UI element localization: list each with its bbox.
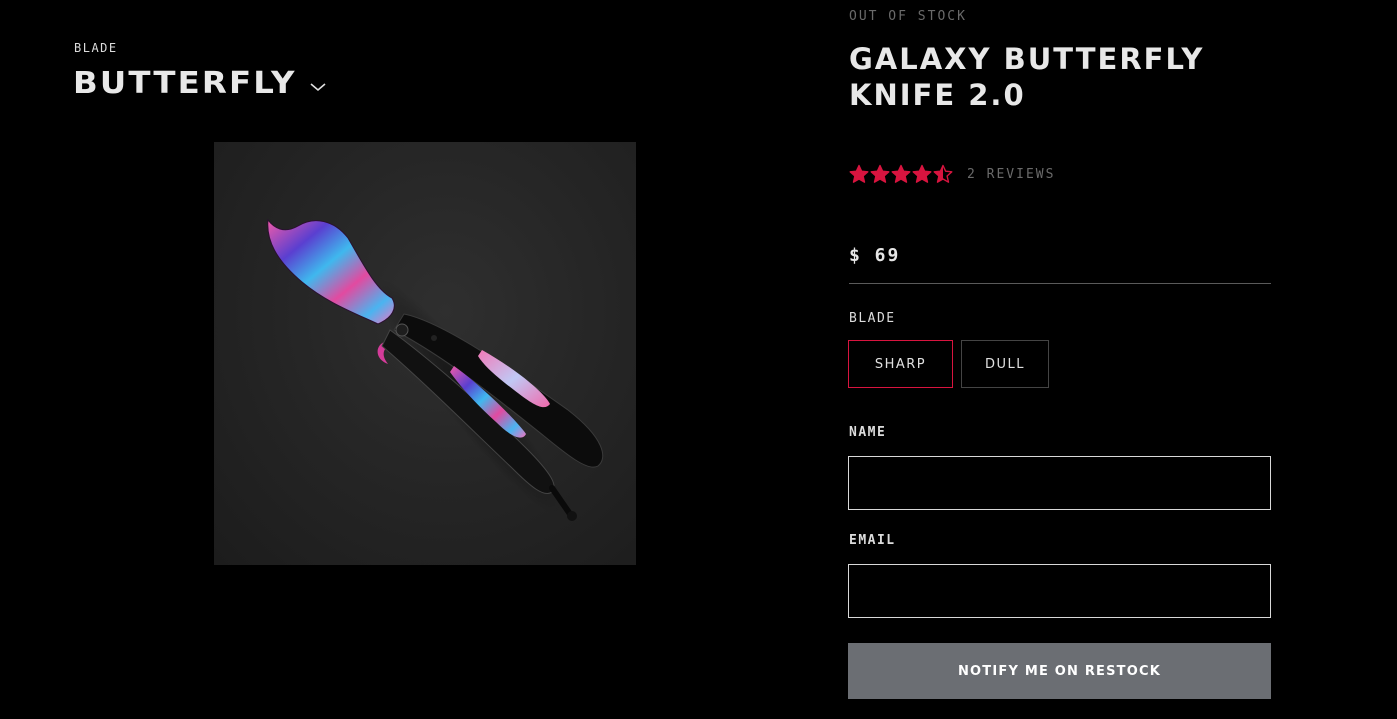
name-field-label: NAME [849,425,887,440]
star-half-icon [933,164,953,183]
star-full-icon [849,164,869,183]
star-full-icon [870,164,890,183]
rating-row: 2 REVIEWS [849,164,1055,184]
star-full-icon [912,164,932,183]
notify-restock-button[interactable]: NOTIFY ME ON RESTOCK [848,643,1271,699]
email-field-label: EMAIL [849,533,896,548]
product-image [214,142,636,565]
category-label: BLADE [74,41,118,55]
category-dropdown[interactable]: BUTTERFLY [73,66,326,101]
name-field[interactable] [848,456,1271,510]
chevron-down-icon [310,82,326,91]
star-full-icon [891,164,911,183]
stock-status: OUT OF STOCK [849,9,967,24]
star-rating [849,164,954,184]
butterfly-knife-illustration [267,218,604,521]
blade-option-label: BLADE [849,311,896,326]
product-price: $ 69 [849,245,901,266]
category-dropdown-value: BUTTERFLY [73,66,297,101]
divider [849,283,1271,284]
reviews-link[interactable]: 2 REVIEWS [967,167,1055,182]
email-field[interactable] [848,564,1271,618]
blade-option-dull-button[interactable]: DULL [961,340,1049,388]
blade-option-sharp-button[interactable]: SHARP [848,340,953,388]
product-title: GALAXY BUTTERFLY KNIFE 2.0 [849,42,1205,112]
